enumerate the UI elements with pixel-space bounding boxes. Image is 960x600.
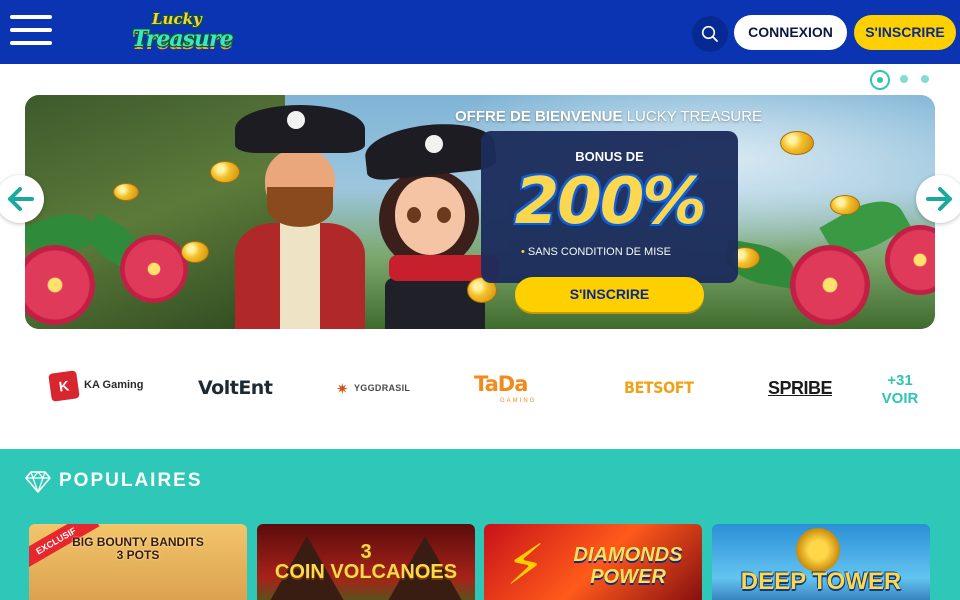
logo-text-treasure: Treasure [132,26,234,52]
provider-name: YGGDRASIL [354,383,411,393]
section-title: POPULAIRES [59,470,203,491]
offer-title-strong: OFFRE DE BIENVENUE [455,108,623,125]
offer-title-light: LUCKY TREASURE [626,108,763,125]
game-card-big-bounty-bandits[interactable]: EXCLUSIF BIG BOUNTY BANDITS 3 POTS [29,524,247,600]
gold-coin-icon [181,241,209,263]
bonus-label: BONUS DE [575,149,644,164]
see-all-label: VOIR [881,390,919,407]
gold-coin-icon [780,131,814,155]
hibiscus-flower-image [120,235,188,303]
popular-games-section: POPULAIRES EXCLUSIF BIG BOUNTY BANDITS 3… [0,449,960,600]
carousel-next-button[interactable] [916,175,960,223]
ka-gaming-logo-badge: K [48,370,80,402]
diamond-icon [25,471,51,493]
pirate-captain-illustration [225,105,375,329]
arrow-left-icon [8,187,34,211]
provider-voltent[interactable]: VoltEnt [198,370,274,406]
hamburger-menu-icon[interactable] [10,15,52,49]
bonus-panel: BONUS DE 200% • SANS CONDITION DE MISE [481,131,738,283]
top-header: Lucky Treasure CONNEXION S'INSCRIRE [0,0,960,64]
gold-coin-icon [210,161,240,183]
provider-betsoft[interactable]: BETSOFT [624,370,694,406]
banner-signup-button[interactable]: S'INSCRIRE [515,277,704,312]
provider-subname: GAMING [500,398,537,404]
gold-coin-icon [113,183,139,201]
provider-name: TaDa [474,372,528,396]
gold-medallion-icon [796,528,840,572]
signup-button[interactable]: S'INSCRIRE [854,15,956,50]
game-card-3-coin-volcanoes[interactable]: 3 COIN VOLCANOES [257,524,475,600]
carousel-dot-3[interactable] [921,75,929,83]
gold-coin-icon [830,195,860,215]
provider-yggdrasil[interactable]: ✷ YGGDRASIL [336,370,416,406]
carousel-pagination [870,70,940,90]
game-title-number: 3 [360,541,372,563]
game-title-main: COIN VOLCANOES [274,561,458,583]
game-title: DIAMONDS POWER [573,544,683,588]
yggdrasil-tree-icon: ✷ [336,381,349,398]
see-all-providers-link[interactable]: +31 VOIR [876,372,924,407]
login-button[interactable]: CONNEXION [734,15,847,50]
more-providers-count: +31 [887,372,913,389]
search-button[interactable] [692,16,728,52]
game-card-diamonds-power[interactable]: ⚡ DIAMONDS POWER [484,524,702,600]
game-title-sub: 3 POTS [116,548,160,562]
game-title: DEEP TOWER [740,568,902,595]
bonus-note-bullet: • [521,246,525,258]
game-providers-strip: K KA Gaming VoltEnt ✷ YGGDRASIL TaDa GAM… [0,340,960,448]
welcome-offer-banner[interactable]: OFFRE DE BIENVENUE LUCKY TREASURE BONUS … [25,95,935,329]
bonus-note-text: SANS CONDITION DE MISE [527,246,671,258]
provider-name: KA Gaming [84,379,144,391]
arrow-right-icon [926,187,952,211]
game-card-deep-tower[interactable]: DEEP TOWER [712,524,930,600]
provider-tada-gaming[interactable]: TaDa GAMING [474,370,558,406]
offer-title: OFFRE DE BIENVENUE LUCKY TREASURE [455,108,762,125]
site-logo[interactable]: Lucky Treasure [130,10,234,54]
carousel-dot-2[interactable] [900,75,908,83]
game-title: 3 COIN VOLCANOES [257,542,475,582]
bonus-note: • SANS CONDITION DE MISE [521,246,671,258]
carousel-dot-1[interactable] [870,70,890,90]
bonus-value: 200% [514,165,707,239]
game-title: BIG BOUNTY BANDITS 3 POTS [29,536,247,562]
provider-spribe[interactable]: SPRIBE [768,370,833,406]
search-icon [701,25,718,42]
provider-ka-gaming[interactable]: K KA Gaming [48,370,144,406]
hibiscus-flower-image [790,245,870,325]
lightning-bolt-icon: ⚡ [506,533,546,596]
